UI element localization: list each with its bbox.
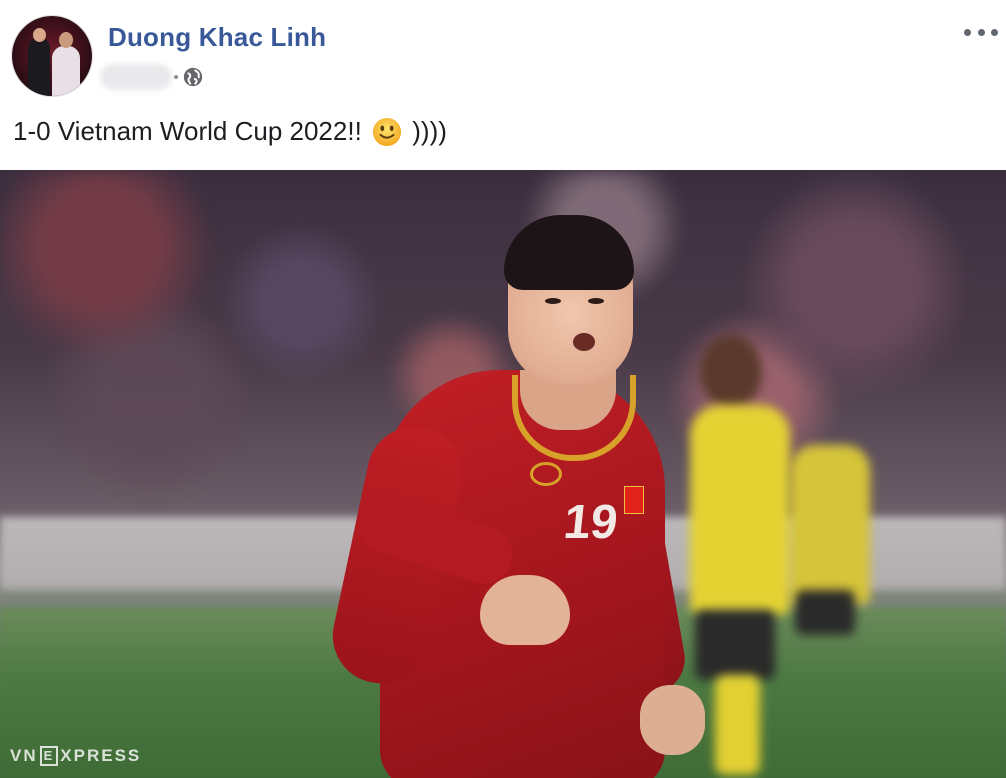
opponent-player-2-body	[790, 445, 870, 605]
opponent-player-2-shorts	[795, 590, 855, 635]
post-text: 1-0 Vietnam World Cup 2022!! ))))	[13, 116, 447, 147]
opponent-player-1-shorts	[695, 610, 775, 680]
watermark-box: E	[39, 746, 59, 766]
more-dot	[991, 28, 998, 36]
vnexpress-watermark: VN E XPRESS	[10, 746, 141, 766]
globe-icon[interactable]	[182, 66, 204, 88]
author-avatar[interactable]	[12, 16, 92, 96]
post-meta	[100, 62, 204, 92]
slightly-smiling-face-icon	[372, 117, 402, 147]
player-eye-right	[588, 298, 604, 304]
more-options-button[interactable]	[964, 24, 998, 40]
post-header: Duong Khac Linh 1-0 Vietnam World Cup 20…	[0, 0, 1006, 170]
more-horizontal-icon	[964, 28, 971, 36]
player-eye-left	[545, 298, 561, 304]
avatar-head-right	[59, 32, 73, 48]
vietnam-flag-icon	[624, 486, 644, 514]
watermark-right: XPRESS	[60, 746, 142, 765]
player-mouth	[573, 333, 595, 351]
watermark-left: VN	[10, 746, 38, 765]
player-right-hand	[640, 685, 705, 755]
post-text-suffix: ))))	[412, 116, 447, 146]
post-text-main: 1-0 Vietnam World Cup 2022!!	[13, 116, 362, 146]
avatar-figure-right	[52, 46, 80, 96]
opponent-player-1-body	[690, 405, 790, 615]
post-photo[interactable]: 19 VN E XPRESS	[0, 170, 1006, 778]
player-left-hand	[480, 575, 570, 645]
opponent-player-1-head	[700, 335, 762, 409]
avatar-head-left	[33, 28, 46, 42]
jersey-number: 19	[561, 496, 621, 549]
jersey-badge-icon	[530, 462, 562, 486]
separator-dot	[174, 75, 178, 79]
author-name-link[interactable]: Duong Khac Linh	[108, 22, 326, 53]
blurred-timestamp[interactable]	[100, 64, 172, 90]
more-dot	[977, 28, 985, 36]
avatar-figure-left	[28, 38, 50, 96]
opponent-player-1-leg	[715, 675, 760, 775]
